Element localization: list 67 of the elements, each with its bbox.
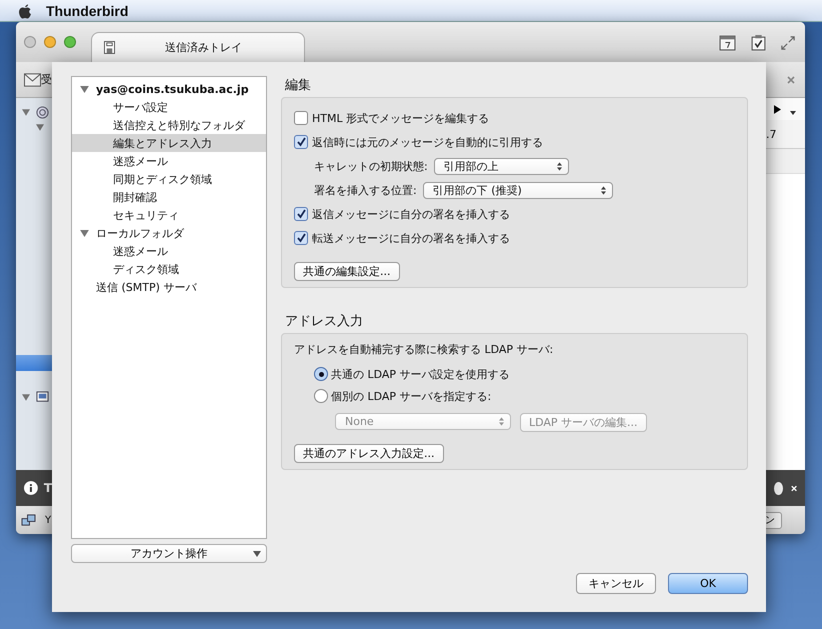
tree-item[interactable]: yas@coins.tsukuba.ac.jp: [72, 80, 266, 98]
disclosure-triangle-icon[interactable]: [22, 394, 30, 401]
tree-item[interactable]: 迷惑メール: [72, 242, 266, 260]
caret-icon: [253, 551, 261, 557]
checkbox[interactable]: [294, 207, 308, 221]
minimize-light[interactable]: [44, 36, 56, 48]
disclosure-triangle-icon[interactable]: [80, 86, 88, 92]
radio-button[interactable]: [314, 389, 328, 403]
apple-logo-icon[interactable]: [18, 2, 32, 18]
tree-item[interactable]: サーバ設定: [72, 98, 266, 116]
dropdown-arrow-icon[interactable]: [790, 111, 796, 115]
account-actions-button[interactable]: アカウント操作: [71, 544, 267, 563]
zoom-light[interactable]: [64, 36, 76, 48]
popup-menu[interactable]: 引用部の下 (推奨): [422, 182, 613, 198]
table-cell: .7: [766, 128, 776, 140]
notification-text: T: [44, 481, 52, 495]
radio-option[interactable]: 共通の LDAP サーバ設定を使用する: [294, 363, 510, 385]
checkbox-option[interactable]: 転送メッセージに自分の署名を挿入する: [294, 226, 510, 250]
radio-option[interactable]: 個別の LDAP サーバを指定する:: [294, 385, 492, 407]
status-text: Y: [45, 514, 52, 526]
tree-item[interactable]: 送信 (SMTP) サーバ: [72, 278, 266, 296]
updown-icon: [556, 162, 562, 170]
fullscreen-icon[interactable]: [781, 36, 795, 50]
select-label: キャレットの初期状態:: [314, 158, 428, 174]
message-row[interactable]: .7: [766, 120, 805, 149]
popup-menu[interactable]: 引用部の上: [434, 158, 569, 174]
tree-item[interactable]: ローカルフォルダ: [72, 224, 266, 242]
toggle-knob[interactable]: [774, 482, 783, 494]
addressing-settings-button[interactable]: 共通のアドレス入力設定...: [294, 444, 444, 463]
tasks-icon[interactable]: [750, 34, 767, 51]
updown-icon: [600, 186, 606, 194]
ok-button[interactable]: OK: [668, 573, 748, 594]
section-title: アドレス入力: [285, 313, 364, 330]
calendar-icon[interactable]: [719, 34, 736, 51]
play-arrow-icon[interactable]: [774, 104, 781, 114]
checkbox-option[interactable]: 返信時には元のメッセージを自動的に引用する: [294, 130, 543, 154]
disclosure-triangle-icon[interactable]: [80, 230, 88, 236]
tree-item[interactable]: 編集とアドレス入力: [72, 134, 266, 152]
checkbox-option[interactable]: 返信メッセージに自分の署名を挿入する: [294, 202, 510, 226]
computer-icon: [36, 391, 49, 404]
select-label: 署名を挿入する位置:: [314, 182, 417, 198]
tree-item[interactable]: セキュリティ: [72, 206, 266, 224]
close-light[interactable]: [24, 36, 36, 48]
folder-tab[interactable]: 送信済みトレイ: [91, 32, 305, 62]
checkbox[interactable]: [294, 111, 308, 125]
tab-title: 送信済みトレイ: [165, 40, 242, 55]
globe-icon: [36, 106, 49, 119]
section-title: 編集: [285, 77, 312, 94]
cancel-button[interactable]: キャンセル: [576, 573, 656, 594]
checkbox-option[interactable]: HTML 形式でメッセージを編集する: [294, 106, 490, 130]
ldap-prompt: アドレスを自動補完する際に検索する LDAP サーバ:: [294, 342, 554, 357]
updown-icon: [499, 417, 504, 426]
editing-settings-button[interactable]: 共通の編集設定...: [294, 262, 400, 281]
tree-item[interactable]: 同期とディスク領域: [72, 170, 266, 188]
tree-item[interactable]: 迷惑メール: [72, 152, 266, 170]
checkbox[interactable]: [294, 231, 308, 245]
envelope-icon[interactable]: [24, 72, 41, 86]
toolbar-label[interactable]: 受: [41, 72, 52, 87]
tree-item[interactable]: ディスク領域: [72, 260, 266, 278]
checkbox[interactable]: [294, 135, 308, 149]
info-icon: [24, 481, 38, 495]
floppy-icon: [104, 41, 115, 54]
network-icon[interactable]: [21, 514, 36, 526]
tree-item[interactable]: 送信控えと特別なフォルダ: [72, 116, 266, 134]
tree-item[interactable]: 開封確認: [72, 188, 266, 206]
radio-button[interactable]: [314, 367, 328, 381]
app-menu[interactable]: Thunderbird: [46, 2, 128, 18]
